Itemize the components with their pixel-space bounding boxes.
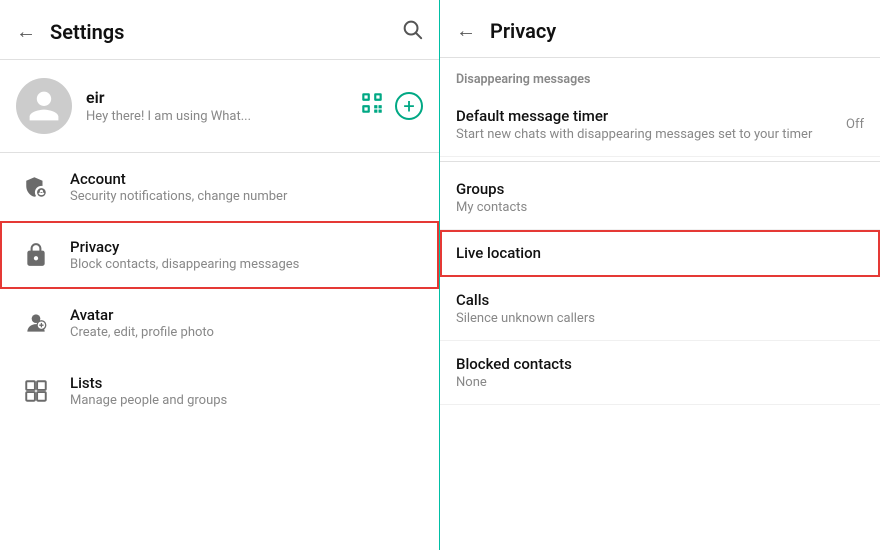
privacy-item-groups[interactable]: Groups My contacts — [440, 166, 880, 230]
avatar-title: Avatar — [70, 306, 423, 324]
calls-content: Calls Silence unknown callers — [456, 291, 864, 326]
live-location-content: Live location — [456, 244, 864, 262]
settings-item-account[interactable]: Account Security notifications, change n… — [0, 153, 439, 221]
account-content: Account Security notifications, change n… — [70, 170, 423, 204]
blocked-contacts-content: Blocked contacts None — [456, 355, 864, 390]
settings-item-privacy[interactable]: Privacy Block contacts, disappearing mes… — [0, 221, 439, 289]
privacy-content: Privacy Block contacts, disappearing mes… — [70, 238, 423, 272]
privacy-item-live-location[interactable]: Live location — [440, 230, 880, 277]
privacy-title: Privacy — [70, 238, 423, 256]
profile-actions: + — [359, 90, 423, 122]
account-subtitle: Security notifications, change number — [70, 189, 423, 204]
left-panel: ← Settings eir Hey there! I am using Wha… — [0, 0, 440, 550]
groups-content: Groups My contacts — [456, 180, 864, 215]
avatar-subtitle: Create, edit, profile photo — [70, 325, 423, 340]
settings-item-lists[interactable]: Lists Manage people and groups — [0, 357, 439, 425]
left-back-icon[interactable]: ← — [16, 19, 36, 44]
qr-icon[interactable] — [359, 90, 385, 122]
right-back-icon[interactable]: ← — [456, 18, 476, 43]
profile-row[interactable]: eir Hey there! I am using What... + — [0, 60, 439, 153]
avatar-settings-icon — [16, 303, 56, 343]
profile-status: Hey there! I am using What... — [86, 109, 359, 124]
search-icon[interactable] — [401, 18, 423, 45]
privacy-item-blocked-contacts[interactable]: Blocked contacts None — [440, 341, 880, 405]
privacy-subtitle: Block contacts, disappearing messages — [70, 257, 423, 272]
avatar — [16, 78, 72, 134]
default-timer-subtitle: Start new chats with disappearing messag… — [456, 127, 838, 142]
disappearing-messages-label: Disappearing messages — [440, 58, 880, 93]
privacy-icon — [16, 235, 56, 275]
avatar-content: Avatar Create, edit, profile photo — [70, 306, 423, 340]
left-title: Settings — [50, 20, 401, 44]
privacy-item-default-timer[interactable]: Default message timer Start new chats wi… — [440, 93, 880, 157]
add-contact-icon[interactable]: + — [395, 92, 423, 120]
default-timer-content: Default message timer Start new chats wi… — [456, 107, 838, 142]
groups-title: Groups — [456, 180, 864, 198]
privacy-item-calls[interactable]: Calls Silence unknown callers — [440, 277, 880, 341]
lists-subtitle: Manage people and groups — [70, 393, 423, 408]
groups-subtitle: My contacts — [456, 200, 864, 215]
calls-subtitle: Silence unknown callers — [456, 311, 864, 326]
right-title: Privacy — [490, 19, 864, 43]
profile-name: eir — [86, 88, 359, 107]
lists-icon — [16, 371, 56, 411]
default-timer-value: Off — [846, 117, 864, 132]
default-timer-title: Default message timer — [456, 107, 838, 125]
settings-item-avatar[interactable]: Avatar Create, edit, profile photo — [0, 289, 439, 357]
lists-content: Lists Manage people and groups — [70, 374, 423, 408]
right-header: ← Privacy — [440, 0, 880, 58]
live-location-title: Live location — [456, 244, 864, 262]
blocked-contacts-subtitle: None — [456, 375, 864, 390]
profile-info: eir Hey there! I am using What... — [86, 88, 359, 124]
section-divider — [440, 161, 880, 162]
calls-title: Calls — [456, 291, 864, 309]
left-header: ← Settings — [0, 0, 439, 60]
right-panel: ← Privacy Disappearing messages Default … — [440, 0, 880, 550]
account-title: Account — [70, 170, 423, 188]
blocked-contacts-title: Blocked contacts — [456, 355, 864, 373]
account-icon — [16, 167, 56, 207]
lists-title: Lists — [70, 374, 423, 392]
